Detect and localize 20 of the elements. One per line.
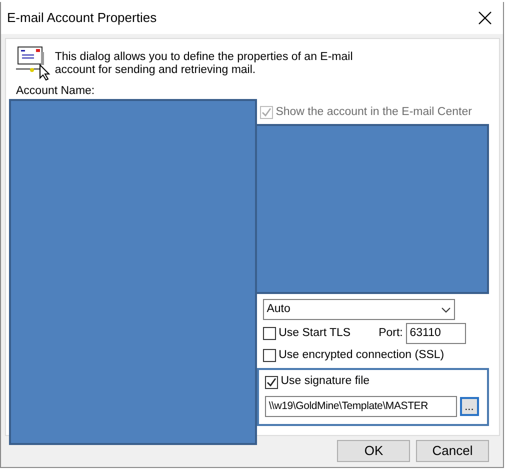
port-label: Port: — [378, 326, 403, 341]
checkbox-label: Use Start TLS — [278, 326, 352, 341]
checkbox-label: Use encrypted connection (SSL) — [278, 348, 444, 364]
path-field[interactable]: \\w19\GoldMine\Template\MASTER — [264, 396, 457, 418]
intro-text: This dialog allows you to define the properties of an E-mail account for sending and retrieving mail. — [54, 50, 354, 77]
checkbox[interactable] — [262, 327, 276, 340]
caret-icon — [440, 306, 451, 313]
close-icon[interactable] — [478, 11, 492, 25]
mail-icon — [16, 45, 52, 83]
checkbox[interactable] — [262, 349, 276, 362]
port-field[interactable]: 63110 — [406, 323, 466, 344]
checkbox-label: Show the account in the E-mail Center — [276, 105, 472, 120]
dropdown[interactable]: Auto — [262, 299, 455, 320]
ok-button[interactable]: OK — [337, 440, 410, 462]
field-label: Account Name: — [16, 84, 96, 99]
checkbox[interactable] — [264, 376, 278, 388]
cancel-button[interactable]: Cancel — [416, 440, 489, 462]
browse-button[interactable]: ... — [460, 397, 479, 416]
window-title: E-mail Account Properties — [7, 9, 157, 28]
checkbox-label: Use signature file — [280, 374, 370, 390]
